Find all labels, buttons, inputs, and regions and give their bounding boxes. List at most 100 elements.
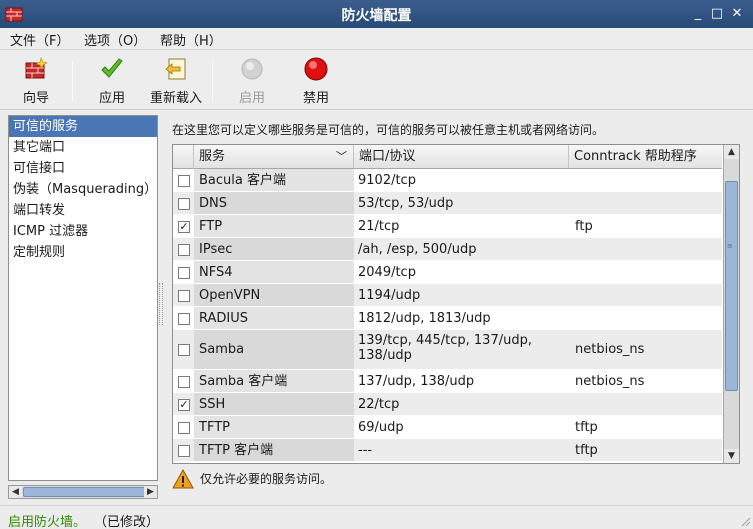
stop-circle-icon <box>304 57 328 81</box>
service-name-cell: TFTP <box>199 420 230 435</box>
service-checkbox[interactable] <box>178 244 190 256</box>
maximize-button[interactable]: □ <box>708 5 726 23</box>
wizard-button[interactable]: 向导 <box>10 56 62 106</box>
scroll-down-arrow-icon[interactable]: ▼ <box>724 449 739 463</box>
column-header-helper[interactable]: Conntrack 帮助程序 <box>569 145 722 168</box>
reload-icon <box>165 58 186 80</box>
ports-cell: 1812/udp, 1813/udp <box>358 311 491 326</box>
table-row[interactable]: DNS 53/tcp, 53/udp <box>173 192 722 215</box>
service-name-cell: SSH <box>199 397 226 412</box>
sidebar-item-icmp-filter[interactable]: ICMP 过滤器 <box>9 221 157 242</box>
ports-cell: 1194/udp <box>358 288 421 303</box>
table-vertical-scrollbar[interactable]: ▲ ≡ ▼ <box>723 145 739 463</box>
table-header: 服务 ﹀ 端口/协议 Conntrack 帮助程序 <box>173 145 722 169</box>
status-bar: 启用防火墙。 （已修改） <box>0 505 753 529</box>
sidebar-item-trusted-services[interactable]: 可信的服务 <box>9 116 157 137</box>
menu-help[interactable]: 帮助（H） <box>158 30 224 49</box>
ports-cell: 53/tcp, 53/udp <box>358 196 454 211</box>
service-checkbox[interactable] <box>178 175 190 187</box>
scrollbar-grip-icon: ≡ <box>727 242 733 250</box>
service-checkbox[interactable] <box>178 344 190 356</box>
minimize-button[interactable]: _ <box>689 5 707 23</box>
service-checkbox[interactable] <box>178 267 190 279</box>
scroll-left-arrow-icon[interactable]: ◀ <box>9 486 22 498</box>
enable-button[interactable]: 启用 <box>228 56 276 106</box>
service-checkbox[interactable] <box>178 313 190 325</box>
toolbar-separator <box>72 61 73 101</box>
enable-label: 启用 <box>238 91 265 106</box>
column-header-service[interactable]: 服务 ﹀ <box>194 145 354 168</box>
table-row[interactable]: OpenVPN 1194/udp <box>173 284 722 307</box>
ports-cell: 21/tcp <box>358 219 400 234</box>
table-row[interactable]: TFTP 客户端 --- tftp <box>173 439 722 462</box>
firewall-status-text: 启用防火墙。 <box>8 515 87 529</box>
table-row[interactable]: ✓ SSH 22/tcp <box>173 393 722 416</box>
reload-label: 重新载入 <box>149 91 202 106</box>
service-name-cell: DNS <box>199 196 227 211</box>
reload-button[interactable]: 重新载入 <box>146 56 206 106</box>
table-row[interactable]: NFS4 2049/tcp <box>173 261 722 284</box>
sort-chevron-down-icon: ﹀ <box>336 150 347 163</box>
helper-cell: tftp <box>575 443 598 458</box>
table-row[interactable]: IPsec/ah, /esp, 500/udp <box>173 238 722 261</box>
table-row[interactable]: ✓ FTP 21/tcp ftp <box>173 215 722 238</box>
service-checkbox[interactable] <box>178 290 190 302</box>
table-row[interactable]: Samba 139/tcp, 445/tcp, 137/udp, 138/udp n… <box>173 330 722 370</box>
sidebar-item-other-ports[interactable]: 其它端口 <box>9 137 157 158</box>
resize-grip-icon[interactable] <box>739 515 751 527</box>
services-table: 服务 ﹀ 端口/协议 Conntrack 帮助程序 Bacula 客户端 9102… <box>172 144 740 464</box>
table-row[interactable]: RADIUS 1812/udp, 1813/udp <box>173 307 722 330</box>
helper-cell: netbios_ns <box>575 374 645 389</box>
sidebar-item-custom-rules[interactable]: 定制规则 <box>9 242 157 263</box>
service-checkbox[interactable] <box>178 376 190 388</box>
ports-cell: 9102/tcp <box>358 173 416 188</box>
table-body: Bacula 客户端 9102/tcp DNS 53/tcp, 53/udp ✓ FTP 2… <box>173 169 722 462</box>
disable-button[interactable]: 禁用 <box>292 56 340 106</box>
page-description: 在这里您可以定义哪些服务是可信的，可信的服务可以被任意主机或者网络访问。 <box>172 123 605 137</box>
sidebar-list: 可信的服务 其它端口 可信接口 伪装（Masquerading） 端口转发 IC… <box>8 115 158 481</box>
service-name-cell: IPsec <box>199 242 233 257</box>
helper-cell: ftp <box>575 219 593 234</box>
column-header-check <box>173 145 194 168</box>
modified-indicator: （已修改） <box>94 515 160 529</box>
table-row[interactable]: Samba 客户端 137/udp, 138/udp netbios_ns <box>173 370 722 393</box>
column-header-ports[interactable]: 端口/协议 <box>354 145 569 168</box>
checkmark-icon <box>101 58 123 78</box>
menu-bar: 文件（F） 选项（O） 帮助（H） <box>0 28 753 50</box>
scrollbar-thumb[interactable] <box>23 487 147 497</box>
toolbar-separator <box>212 61 213 101</box>
service-checkbox[interactable] <box>178 198 190 210</box>
sidebar-item-port-forwarding[interactable]: 端口转发 <box>9 200 157 221</box>
scroll-up-arrow-icon[interactable]: ▲ <box>724 145 739 159</box>
scroll-right-arrow-icon[interactable]: ▶ <box>144 486 157 498</box>
ports-cell: 137/udp, 138/udp <box>358 374 475 389</box>
sidebar-item-masquerading[interactable]: 伪装（Masquerading） <box>9 179 157 200</box>
scrollbar-thumb[interactable] <box>725 181 738 391</box>
column-header-service-label: 服务 <box>199 149 226 164</box>
service-name-cell: Samba <box>199 342 245 357</box>
ports-cell: 139/tcp, 445/tcp, 137/udp, 138/udp <box>358 333 532 363</box>
service-name-cell: Bacula 客户端 <box>199 173 286 188</box>
menu-file[interactable]: 文件（F） <box>8 30 71 49</box>
service-name-cell: FTP <box>199 219 223 234</box>
table-row[interactable]: Bacula 客户端 9102/tcp <box>173 169 722 192</box>
sidebar-horizontal-scrollbar[interactable]: ◀ ▶ <box>8 485 158 499</box>
helper-cell: netbios_ns <box>575 342 645 357</box>
service-name-cell: RADIUS <box>199 311 249 326</box>
sidebar-item-trusted-interfaces[interactable]: 可信接口 <box>9 158 157 179</box>
ports-cell: 69/udp <box>358 420 404 435</box>
table-row[interactable]: TFTP 69/udp tftp <box>173 416 722 439</box>
service-checkbox[interactable] <box>178 422 190 434</box>
toolbar: 向导 应用 重新载入 启用 禁用 <box>0 51 753 110</box>
apply-button[interactable]: 应用 <box>86 56 138 106</box>
pane-splitter-handle[interactable] <box>159 283 163 325</box>
menu-options[interactable]: 选项（O） <box>82 30 148 49</box>
window-titlebar: 防火墙配置 _ □ ✕ <box>0 0 753 28</box>
enable-circle-icon <box>241 58 263 80</box>
close-button[interactable]: ✕ <box>728 5 746 23</box>
ports-cell: 2049/tcp <box>358 265 416 280</box>
service-checkbox[interactable]: ✓ <box>178 399 190 411</box>
service-checkbox[interactable]: ✓ <box>178 221 190 233</box>
service-checkbox[interactable] <box>178 445 190 457</box>
wizard-label: 向导 <box>22 91 49 106</box>
